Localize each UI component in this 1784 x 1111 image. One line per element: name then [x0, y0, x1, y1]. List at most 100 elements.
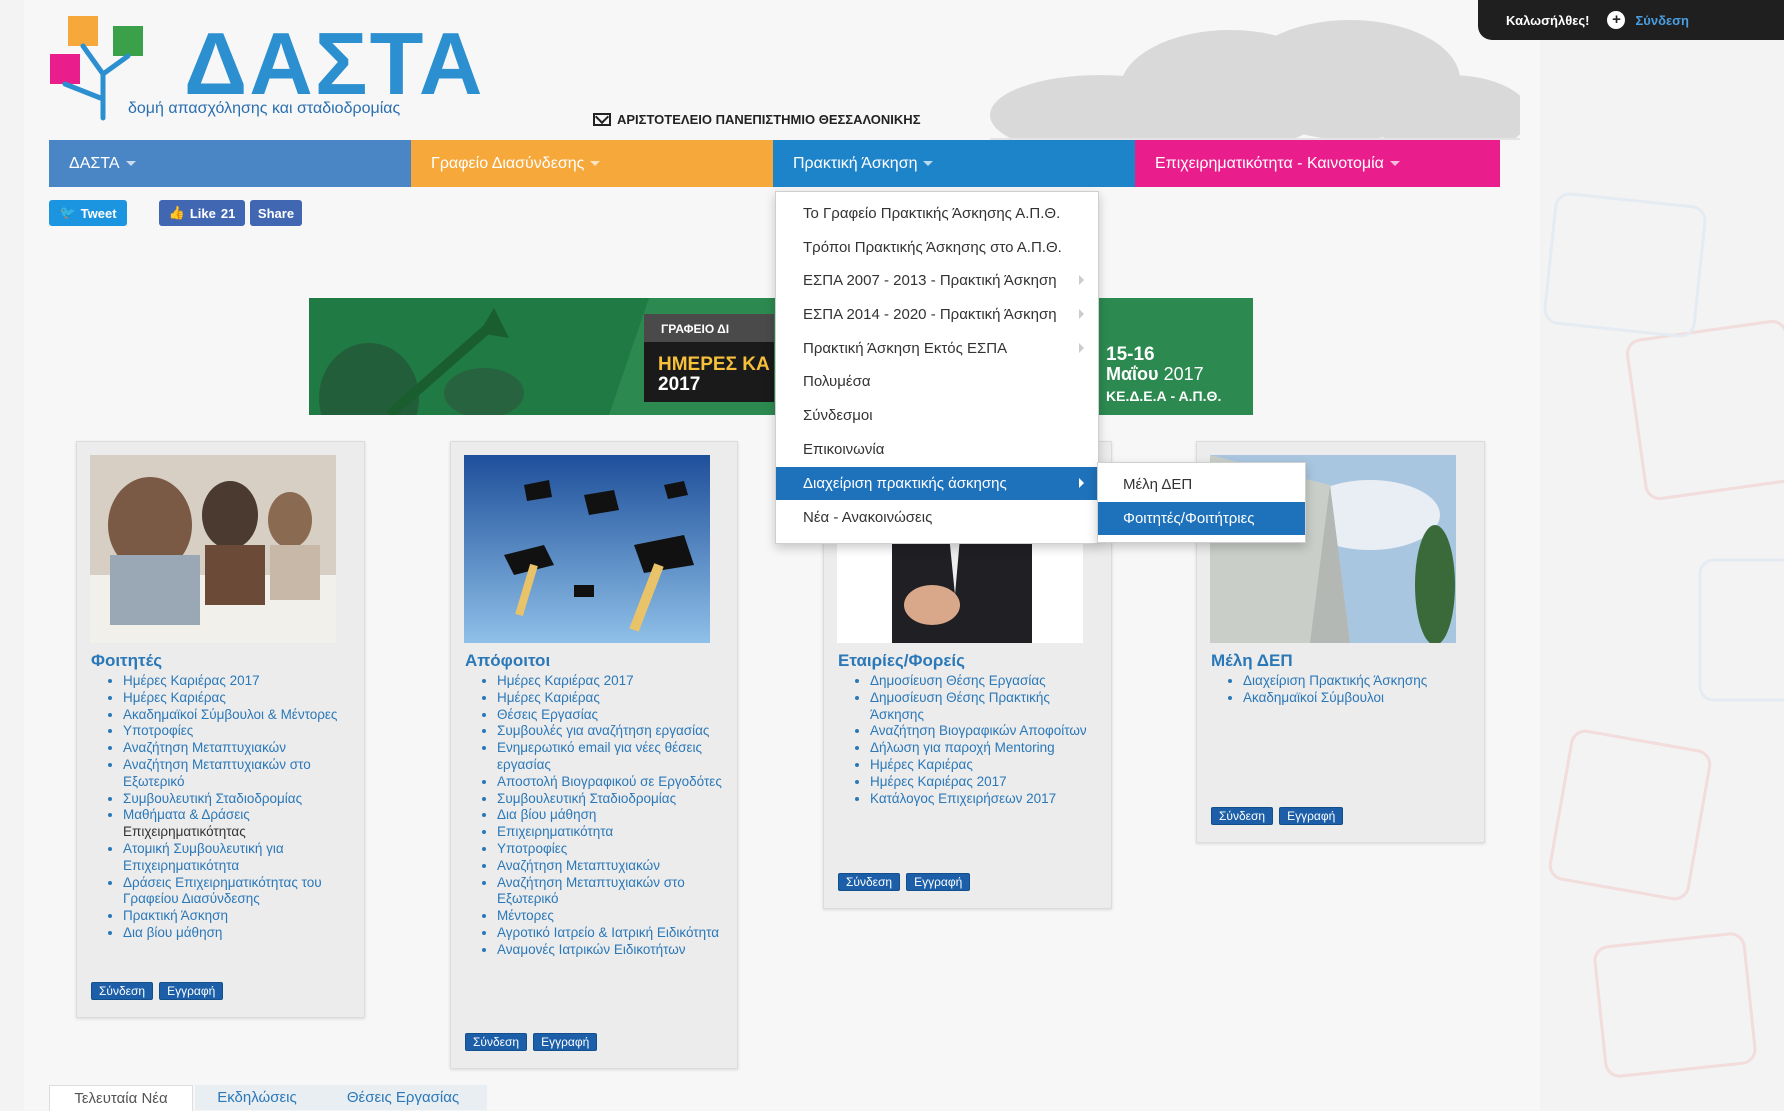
tab-latest-news[interactable]: Τελευταία Νέα — [49, 1085, 193, 1111]
login-button[interactable]: Σύνδεση — [1211, 807, 1274, 825]
internship-dropdown-menu: Το Γραφείο Πρακτικής Άσκησης Α.Π.Θ. Τρόπ… — [775, 191, 1099, 544]
card-link[interactable]: Δημοσίευση Θέσης Εργασίας — [870, 673, 1100, 690]
students-card: Φοιτητές Ημέρες Καριέρας 2017 Ημέρες Καρ… — [76, 441, 365, 1018]
card-link[interactable]: Αναμονές Ιατρικών Ειδικοτήτων — [497, 942, 727, 959]
thumbs-up-icon: 👍 — [168, 205, 185, 220]
plus-icon[interactable]: + — [1607, 11, 1626, 29]
card-link[interactable]: Αγροτικό Ιατρείο & Ιατρική Ειδικότητα — [497, 925, 727, 942]
card-link[interactable]: Αναζήτηση Μεταπτυχιακών — [123, 740, 353, 757]
login-button[interactable]: Σύνδεση — [838, 873, 901, 891]
card-link[interactable]: Πρακτική Άσκηση — [123, 908, 353, 925]
dropdown-item-internship-management[interactable]: Διαχείριση πρακτικής άσκησης — [776, 467, 1098, 500]
register-button[interactable]: Εγγραφή — [906, 873, 971, 891]
chevron-right-icon — [1079, 478, 1084, 488]
card-link[interactable]: Αναζήτηση Βιογραφικών Αποφοίτων — [870, 723, 1100, 740]
card-link[interactable]: Αποστολή Βιογραφικού σε Εργοδότες — [497, 774, 727, 791]
dropdown-item-multimedia[interactable]: Πολυμέσα — [776, 365, 1098, 398]
caret-down-icon — [125, 161, 136, 166]
register-button[interactable]: Εγγραφή — [533, 1033, 598, 1051]
dropdown-item-office[interactable]: Το Γραφείο Πρακτικής Άσκησης Α.Π.Θ. — [776, 197, 1098, 230]
card-link[interactable]: Μαθήματα & ΔράσειςΕπιχειρηματικότητας — [123, 807, 353, 841]
card-link[interactable]: Κατάλογος Επιχειρήσεων 2017 — [870, 791, 1100, 808]
card-link[interactable]: Ενημερωτικό email για νέες θέσεις εργασί… — [497, 740, 727, 774]
register-button[interactable]: Εγγραφή — [1279, 807, 1344, 825]
banner-office-text: ΓΡΑΦΕΙΟ ΔΙ — [661, 322, 730, 336]
dropdown-item-links[interactable]: Σύνδεσμοι — [776, 399, 1098, 432]
card-link[interactable]: Ημέρες Καριέρας 2017 — [497, 673, 727, 690]
nav-label: ΔΑΣΤΑ — [69, 154, 120, 172]
login-button[interactable]: Σύνδεση — [91, 982, 154, 1000]
nav-item-internship[interactable]: Πρακτική Άσκηση — [773, 140, 1135, 187]
card-link[interactable]: Δράσεις Επιχειρηματικότητας του Γραφείου… — [123, 875, 353, 909]
graduates-card: Απόφοιτοι Ημέρες Καριέρας 2017 Ημέρες Κα… — [450, 441, 738, 1069]
university-name: ΑΡΙΣΤΟΤΕΛΕΙΟ ΠΑΝΕΠΙΣΤΗΜΙΟ ΘΕΣΣΑΛΟΝΙΚΗΣ — [617, 112, 921, 127]
card-link[interactable]: Αναζήτηση Μεταπτυχιακών — [497, 858, 727, 875]
nav-item-career-office[interactable]: Γραφείο Διασύνδεσης — [411, 140, 773, 187]
banner-month: Μαΐου 2017 — [1106, 364, 1204, 384]
card-link[interactable]: Ημέρες Καριέρας — [497, 690, 727, 707]
card-link[interactable]: Θέσεις Εργασίας — [497, 707, 727, 724]
tab-jobs[interactable]: Θέσεις Εργασίας — [319, 1085, 487, 1110]
card-buttons: Σύνδεση Εγγραφή — [838, 873, 971, 891]
card-link[interactable]: Επιχειρηματικότητα — [497, 824, 727, 841]
card-link[interactable]: Ημέρες Καριέρας 2017 — [123, 673, 353, 690]
login-button[interactable]: Σύνδεση — [465, 1033, 528, 1051]
card-link[interactable]: Ακαδημαϊκοί Σύμβουλοι & Μέντορες — [123, 707, 353, 724]
share-button[interactable]: Share — [250, 200, 302, 226]
tweet-button[interactable]: 🐦 Tweet — [49, 200, 127, 226]
card-link[interactable]: Συμβουλευτική Σταδιοδρομίας — [497, 791, 727, 808]
card-title: Εταιρίες/Φορείς — [838, 651, 965, 670]
banner-days-text: ΗΜΕΡΕΣ ΚΑ — [658, 354, 770, 375]
dropdown-item-espa-2007[interactable]: ΕΣΠΑ 2007 - 2013 - Πρακτική Άσκηση — [776, 264, 1098, 297]
card-buttons: Σύνδεση Εγγραφή — [465, 1033, 598, 1051]
register-button[interactable]: Εγγραφή — [159, 982, 224, 1000]
mail-icon[interactable] — [593, 113, 611, 126]
dasta-logo[interactable]: ΔΑΣΤΑ δομή απασχόλησης και σταδιοδρομίας — [48, 14, 482, 124]
internship-management-submenu: Μέλη ΔΕΠ Φοιτητές/Φοιτήτριες — [1097, 462, 1306, 543]
card-link[interactable]: Ημέρες Καριέρας — [123, 690, 353, 707]
card-link[interactable]: Ημέρες Καριέρας — [870, 757, 1100, 774]
nav-item-dasta[interactable]: ΔΑΣΤΑ — [49, 140, 411, 187]
students-links: Ημέρες Καριέρας 2017 Ημέρες Καριέρας Ακα… — [91, 673, 353, 942]
nav-item-entrepreneurship[interactable]: Επιχειρηματικότητα - Καινοτομία — [1135, 140, 1500, 187]
card-link[interactable]: Δια βίου μάθηση — [123, 925, 353, 942]
card-link[interactable]: Ατομική Συμβουλευτική για Επιχειρηματικό… — [123, 841, 353, 875]
card-link[interactable]: Υποτροφίες — [497, 841, 727, 858]
nav-label: Γραφείο Διασύνδεσης — [431, 154, 585, 172]
card-link[interactable]: Υποτροφίες — [123, 723, 353, 740]
card-link[interactable]: Αναζήτηση Μεταπτυχιακών στο Εξωτερικό — [497, 875, 727, 909]
card-link[interactable]: Ημέρες Καριέρας 2017 — [870, 774, 1100, 791]
card-link[interactable]: Δήλωση για παροχή Mentoring — [870, 740, 1100, 757]
like-button[interactable]: 👍 Like 21 — [159, 200, 245, 226]
university-header: ΑΡΙΣΤΟΤΕΛΕΙΟ ΠΑΝΕΠΙΣΤΗΜΙΟ ΘΕΣΣΑΛΟΝΙΚΗΣ — [593, 112, 921, 127]
welcome-text: Καλωσήλθες! — [1506, 12, 1590, 28]
banner-venue: ΚΕ.Δ.Ε.Α - Α.Π.Θ. — [1106, 388, 1222, 404]
tab-events[interactable]: Εκδηλώσεις — [195, 1085, 319, 1110]
card-link[interactable]: Δια βίου μάθηση — [497, 807, 727, 824]
card-link[interactable]: Συμβουλευτική Σταδιοδρομίας — [123, 791, 353, 808]
card-link[interactable]: Δημοσίευση Θέσης Πρακτικής Άσκησης — [870, 690, 1100, 724]
card-link[interactable]: Ακαδημαϊκοί Σύμβουλοι — [1243, 690, 1473, 707]
card-link[interactable]: Μέντορες — [497, 908, 727, 925]
card-title: Φοιτητές — [91, 651, 163, 670]
card-link[interactable]: Διαχείριση Πρακτικής Άσκησης — [1243, 673, 1473, 690]
card-buttons: Σύνδεση Εγγραφή — [91, 982, 224, 1000]
dropdown-item-non-espa[interactable]: Πρακτική Άσκηση Εκτός ΕΣΠΑ — [776, 332, 1098, 365]
card-buttons: Σύνδεση Εγγραφή — [1211, 807, 1344, 825]
caret-down-icon — [923, 161, 934, 166]
dropdown-item-espa-2014[interactable]: ΕΣΠΑ 2014 - 2020 - Πρακτική Άσκηση — [776, 298, 1098, 331]
graduates-image — [464, 455, 710, 643]
dropdown-item-ways[interactable]: Τρόποι Πρακτικής Άσκησης στο Α.Π.Θ. — [776, 231, 1098, 264]
companies-links: Δημοσίευση Θέσης Εργασίας Δημοσίευση Θέσ… — [838, 673, 1100, 807]
card-link[interactable]: Συμβουλές για αναζήτηση εργασίας — [497, 723, 727, 740]
banner-year-text: 2017 — [658, 374, 701, 395]
dropdown-item-contact[interactable]: Επικοινωνία — [776, 433, 1098, 466]
logo-title: ΔΑΣΤΑ — [184, 14, 485, 113]
chevron-right-icon — [1079, 275, 1084, 285]
dropdown-item-news[interactable]: Νέα - Ανακοινώσεις — [776, 501, 1098, 534]
card-link[interactable]: Αναζήτηση Μεταπτυχιακών στο Εξωτερικό — [123, 757, 353, 791]
top-login-link[interactable]: Σύνδεση — [1635, 13, 1689, 28]
submenu-item-students[interactable]: Φοιτητές/Φοιτήτριες — [1098, 502, 1305, 535]
submenu-item-faculty[interactable]: Μέλη ΔΕΠ — [1098, 468, 1305, 501]
twitter-icon: 🐦 — [59, 205, 76, 220]
